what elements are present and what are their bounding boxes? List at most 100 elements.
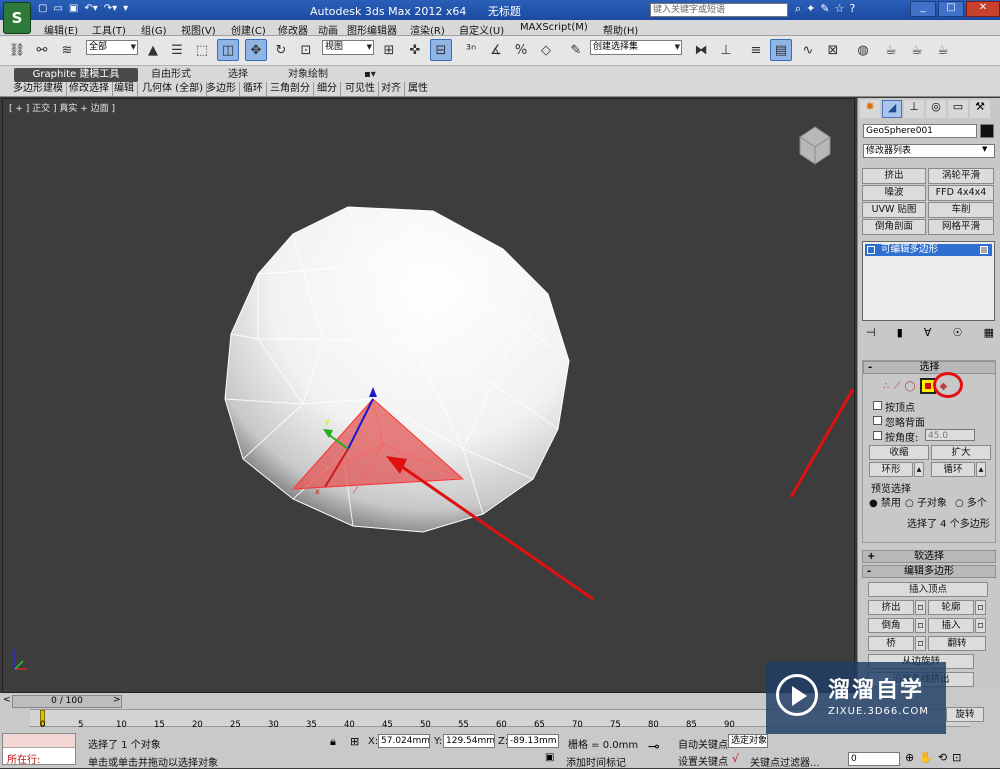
modifier-list-dropdown[interactable]: 修改器列表 [863,144,995,158]
object-name-field[interactable]: GeoSphere001 [863,124,977,138]
outline-settings-button[interactable]: ▫ [975,600,986,615]
lock-selection-icon[interactable]: 🔒︎ [330,735,336,749]
y-coord-field[interactable]: 129.54mm [443,734,495,748]
subtab-poly-modeling[interactable]: 多边形建模 [10,82,67,96]
by-angle-checkbox[interactable] [873,431,882,440]
subtab-tris[interactable]: 三角剖分 [267,82,314,96]
modifier-extrude-button[interactable]: 挤出 [862,168,926,184]
viewport-front[interactable]: [ + ] 正交 ] 真实 + 边面 ] y x [2,98,855,693]
outline-button[interactable]: 轮廓 [928,600,974,615]
flip-button[interactable]: 翻转 [928,636,986,651]
ring-button[interactable]: 环形 [869,462,913,477]
help-icon[interactable]: ? [849,2,855,16]
keyboard-shortcut-icon[interactable]: ⊟ [430,39,452,61]
selection-rollout-header[interactable]: - 选择 [863,361,996,374]
menu-edit[interactable]: 编辑(E) [44,22,78,37]
edit-named-selection-icon[interactable]: ✎ [565,39,587,61]
ring-spinner[interactable]: ▴ [914,462,924,477]
subtab-subdivision[interactable]: 细分 [314,82,341,96]
add-time-tag-icon[interactable]: ▣ [545,752,554,763]
motion-tab-icon[interactable]: ◎ [926,100,946,118]
utilities-tab-icon[interactable]: ⚒ [970,100,990,118]
select-rotate-icon[interactable]: ↻ [270,39,292,61]
layer-manager-icon[interactable]: ≡ [745,39,767,61]
pan-icon[interactable]: ✋ [919,751,933,764]
object-color-swatch[interactable] [980,124,994,138]
current-frame-field[interactable]: 0 [848,752,900,766]
tools-icon[interactable]: ✎ [820,2,829,16]
subtab-loops[interactable]: 循环 [240,82,267,96]
rendered-frame-icon[interactable]: ☕ [906,39,928,61]
maximize-viewport-icon[interactable]: ⊡ [952,751,961,764]
make-unique-icon[interactable]: ∀ [924,326,932,339]
schematic-view-icon[interactable]: ⊠ [822,39,844,61]
render-production-icon[interactable]: ☕ [932,39,954,61]
align-icon[interactable]: ⊥ [715,39,737,61]
extrude-poly-button[interactable]: 挤出 [868,600,914,615]
shrink-button[interactable]: 收缩 [869,445,929,460]
set-key-icon[interactable]: ⊸ [648,739,660,755]
minimize-button[interactable]: _ [910,1,936,17]
edge-mode-icon[interactable]: ⟋ [893,381,900,392]
undo-icon[interactable]: ↶▾ [84,3,97,17]
preview-disabled-radio[interactable]: ● 禁用 [869,494,901,509]
ignore-backfacing-checkbox[interactable] [873,416,882,425]
graphite-toggle-icon[interactable]: ▤ [770,39,792,61]
modifier-uvw-button[interactable]: UVW 贴图 [862,202,926,218]
edit-polygons-rollout-header[interactable]: - 编辑多边形 [862,565,996,578]
by-vertex-checkbox[interactable] [873,401,882,410]
rotate-button[interactable]: 旋转 [946,707,984,722]
select-move-icon[interactable]: ✥ [245,39,267,61]
menu-create[interactable]: 创建(C) [231,22,266,37]
show-end-result-icon[interactable]: ▮ [897,326,903,339]
selection-filter-dropdown[interactable]: 全部 [86,40,138,55]
inset-button[interactable]: 插入 [928,618,974,633]
modifier-ffd-button[interactable]: FFD 4x4x4 [928,185,994,201]
soft-selection-rollout-header[interactable]: + 软选择 [862,550,996,563]
menu-help[interactable]: 帮助(H) [603,22,638,37]
rect-selection-icon[interactable]: ⬚ [191,39,213,61]
stack-light-icon[interactable] [980,246,988,254]
key-filters-button[interactable]: 关键点过滤器... [750,754,820,769]
stack-expand-icon[interactable] [867,246,875,254]
save-icon[interactable]: ▣ [69,3,78,17]
z-coord-field[interactable]: -89.13mm [507,734,559,748]
preview-multi-radio[interactable]: ○ 多个 [955,494,987,509]
bevel-settings-button[interactable]: ▫ [915,618,926,633]
menu-tools[interactable]: 工具(T) [92,22,126,37]
subtab-align[interactable]: 对齐 [378,82,405,96]
curve-editor-icon[interactable]: ∿ [797,39,819,61]
manipulate-icon[interactable]: ✜ [404,39,426,61]
hierarchy-tab-icon[interactable]: ⊥ [904,100,924,118]
time-prev-icon[interactable]: < [3,695,11,705]
selected-object-dropdown[interactable]: 选定对象 [728,734,768,748]
unlink-icon[interactable]: ⚯ [31,39,53,61]
loop-spinner[interactable]: ▴ [976,462,986,477]
subtab-edit[interactable]: 编辑 [111,82,138,96]
key-icon[interactable]: ✦ [806,2,815,16]
preview-subobject-radio[interactable]: ○ 子对象 [905,494,947,509]
bridge-settings-button[interactable]: ▫ [915,636,926,651]
viewcube-icon[interactable] [799,126,831,165]
geosphere-mesh[interactable] [224,206,570,533]
modifier-bevel-profile-button[interactable]: 倒角剖面 [862,219,926,235]
display-tab-icon[interactable]: ▭ [948,100,968,118]
grow-button[interactable]: 扩大 [931,445,991,460]
extrude-settings-button[interactable]: ▫ [915,600,926,615]
menu-modifiers[interactable]: 修改器 [278,22,308,37]
modifier-stack[interactable]: 可编辑多边形 [862,241,995,321]
tab-selection[interactable]: 选择 [222,68,254,82]
search-input[interactable]: 键入关键字或短语 [650,3,788,17]
maxscript-listener-mini[interactable]: 所在行: [2,733,76,766]
binoculars-icon[interactable]: ⌕ [795,2,801,16]
bind-spacewarp-icon[interactable]: ≋ [56,39,78,61]
close-button[interactable]: ✕ [966,1,1000,17]
menu-customize[interactable]: 自定义(U) [459,22,504,37]
select-by-name-icon[interactable]: ☰ [166,39,188,61]
loop-button[interactable]: 循环 [931,462,975,477]
inset-settings-button[interactable]: ▫ [975,618,986,633]
modifier-noise-button[interactable]: 噪波 [862,185,926,201]
remove-modifier-icon[interactable]: ☉ [953,326,963,339]
insert-vertex-button[interactable]: 插入顶点 [868,582,988,597]
pin-stack-icon[interactable]: ⊣ [866,326,876,339]
